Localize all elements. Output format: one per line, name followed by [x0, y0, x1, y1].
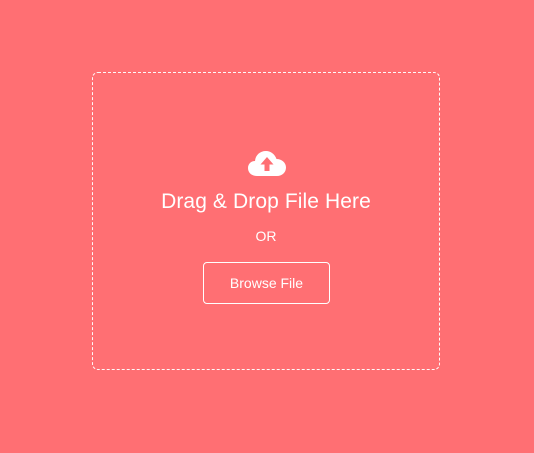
file-drop-zone[interactable]: Drag & Drop File Here OR Browse File [92, 72, 440, 370]
or-separator: OR [255, 228, 277, 244]
drop-zone-headline: Drag & Drop File Here [161, 190, 371, 213]
cloud-upload-icon [248, 151, 286, 176]
browse-file-button[interactable]: Browse File [203, 262, 330, 304]
